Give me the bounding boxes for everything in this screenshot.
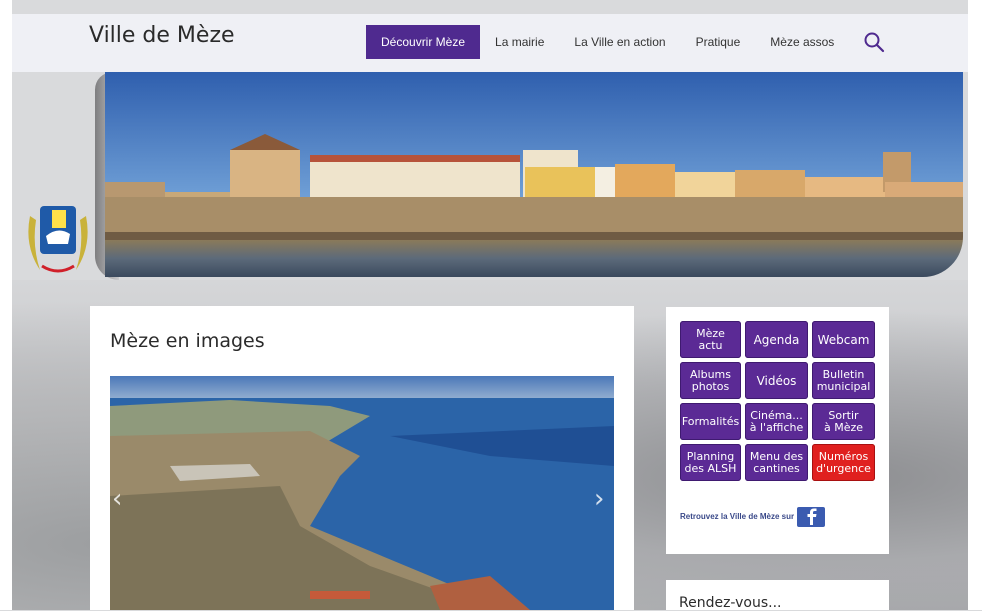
quick-link-planning-alsh[interactable]: Planning des ALSH <box>680 444 741 481</box>
rendezvous-panel: Rendez-vous... <box>666 580 889 611</box>
nav-item-meze-assos[interactable]: Mèze assos <box>755 25 849 59</box>
quick-link-numeros-urgence[interactable]: Numéros d'urgence <box>812 444 875 481</box>
aerial-photo <box>110 376 614 610</box>
page-frame-right <box>968 0 982 610</box>
quick-link-cinema[interactable]: Cinéma... à l'affiche <box>745 403 808 440</box>
site-header: Ville de Mèze Découvrir Mèze La mairie L… <box>12 14 968 72</box>
search-icon[interactable] <box>863 31 885 53</box>
quick-link-albums-photos[interactable]: Albums photos <box>680 362 741 399</box>
rendezvous-title: Rendez-vous... <box>679 595 782 611</box>
nav-item-decouvrir-meze[interactable]: Découvrir Mèze <box>366 25 481 59</box>
facebook-link[interactable]: Retrouvez la Ville de Mèze sur <box>680 505 826 527</box>
header-banner <box>105 72 963 277</box>
quick-link-webcam[interactable]: Webcam <box>812 321 875 358</box>
nav-item-la-mairie[interactable]: La mairie <box>480 25 559 59</box>
quick-link-sortir-a-meze[interactable]: Sortir à Mèze <box>812 403 875 440</box>
gallery-slideshow[interactable] <box>110 376 614 610</box>
quick-link-menu-cantines[interactable]: Menu des cantines <box>745 444 808 481</box>
quick-link-videos[interactable]: Vidéos <box>745 362 808 399</box>
town-panorama-image <box>105 72 963 277</box>
gallery-title: Mèze en images <box>110 330 265 352</box>
site-title[interactable]: Ville de Mèze <box>89 23 235 48</box>
page-frame-left <box>0 0 12 610</box>
quick-link-formalites[interactable]: Formalités <box>680 403 741 440</box>
quick-link-bulletin-municipal[interactable]: Bulletin municipal <box>812 362 875 399</box>
main-nav: Découvrir Mèze La mairie La Ville en act… <box>366 25 849 59</box>
gallery-panel: Mèze en images ‹ › <box>90 306 634 610</box>
quick-links-grid: Mèze actu Agenda Webcam Albums photos Vi… <box>680 321 875 481</box>
nav-item-pratique[interactable]: Pratique <box>681 25 756 59</box>
gallery-next-arrow[interactable]: › <box>594 484 604 514</box>
quick-links-panel: Mèze actu Agenda Webcam Albums photos Vi… <box>666 307 889 554</box>
town-crest-logo[interactable] <box>22 196 94 278</box>
quick-link-meze-actu[interactable]: Mèze actu <box>680 321 741 358</box>
gallery-prev-arrow[interactable]: ‹ <box>112 484 122 514</box>
facebook-link-text: Retrouvez la Ville de Mèze sur <box>680 511 795 521</box>
facebook-icon[interactable] <box>797 505 826 527</box>
nav-item-ville-en-action[interactable]: La Ville en action <box>559 25 680 59</box>
quick-link-agenda[interactable]: Agenda <box>745 321 808 358</box>
